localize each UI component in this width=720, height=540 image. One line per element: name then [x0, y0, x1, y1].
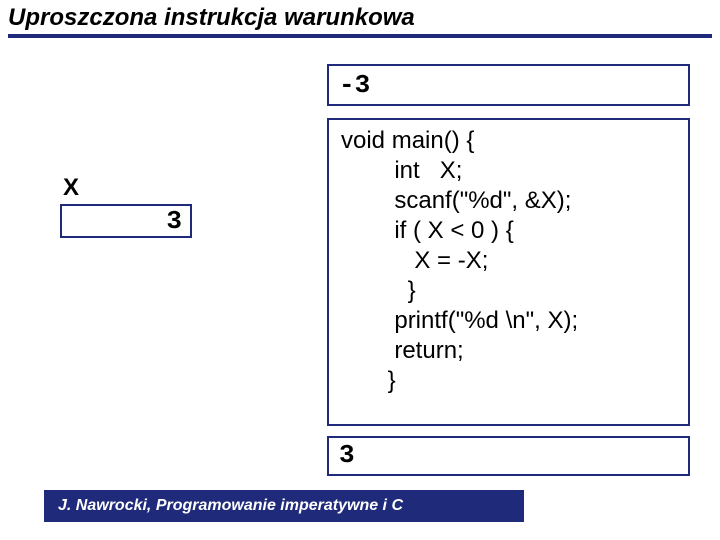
- output-value: 3: [339, 440, 355, 470]
- footer-text: J. Nawrocki, Programowanie imperatywne i…: [58, 497, 403, 515]
- code-box: void main() { int X; scanf("%d", &X); if…: [327, 118, 690, 426]
- input-value: -3: [339, 70, 370, 100]
- variable-cell: 3: [60, 204, 192, 238]
- slide-title: Uproszczona instrukcja warunkowa: [8, 4, 712, 32]
- code-listing: void main() { int X; scanf("%d", &X); if…: [341, 126, 676, 396]
- variable-label: X: [63, 174, 79, 202]
- variable-value: 3: [166, 206, 182, 236]
- output-box: 3: [327, 436, 690, 476]
- slide-content: -3 X 3 void main() { int X; scanf("%d", …: [0, 38, 720, 478]
- footer-bar: J. Nawrocki, Programowanie imperatywne i…: [44, 490, 524, 522]
- slide-title-wrap: Uproszczona instrukcja warunkowa: [0, 0, 720, 32]
- input-box: -3: [327, 64, 690, 106]
